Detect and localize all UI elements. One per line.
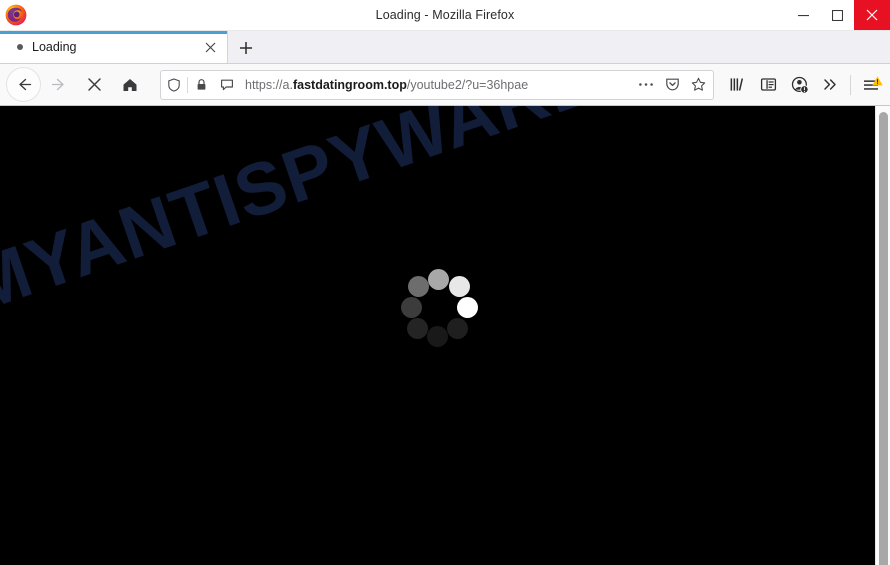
window-controls — [786, 0, 890, 30]
stop-button[interactable] — [78, 68, 111, 101]
toolbar-buttons — [722, 69, 890, 100]
back-button[interactable] — [6, 67, 41, 102]
connection-secure-lock-icon[interactable] — [188, 72, 214, 98]
maximize-button[interactable] — [820, 0, 854, 30]
account-warning-icon[interactable] — [784, 69, 815, 100]
firefox-window: Loading - Mozilla Firefox Loading https:… — [0, 0, 890, 565]
spinner-dot — [401, 297, 422, 318]
close-tab-icon[interactable] — [197, 34, 223, 60]
pocket-save-icon[interactable] — [659, 72, 685, 98]
title-bar: Loading - Mozilla Firefox — [0, 0, 890, 31]
url-bar-actions — [633, 72, 713, 98]
toolbar-separator — [850, 74, 851, 95]
window-title: Loading - Mozilla Firefox — [375, 8, 515, 22]
site-permissions-icon[interactable] — [214, 72, 240, 98]
loading-spinner — [401, 269, 478, 347]
spinner-dot — [447, 318, 468, 339]
video-player[interactable]: MYANTISPYWARE.COM — [0, 106, 876, 565]
navigation-toolbar: https://a.fastdatingroom.top/youtube2/?u… — [0, 64, 890, 106]
tab-loading[interactable]: Loading — [0, 31, 228, 63]
forward-button — [43, 68, 76, 101]
spinner-dot — [449, 276, 470, 297]
spinner-dot — [427, 326, 448, 347]
url-scheme: https:// — [245, 77, 283, 92]
update-warning-badge — [872, 73, 883, 86]
new-tab-button[interactable] — [228, 33, 264, 63]
tracking-protection-shield-icon[interactable] — [161, 72, 187, 98]
spinner-dot — [408, 276, 429, 297]
page-content: MYANTISPYWARE.COM — [0, 106, 890, 565]
spinner-dot — [457, 297, 478, 318]
minimize-button[interactable] — [786, 0, 820, 30]
page-actions-ellipsis-icon[interactable] — [633, 72, 659, 98]
url-subdomain: a. — [282, 77, 293, 92]
url-display[interactable]: https://a.fastdatingroom.top/youtube2/?u… — [245, 72, 633, 98]
vertical-scrollbar[interactable] — [875, 106, 890, 565]
identity-box[interactable] — [161, 72, 240, 98]
close-button[interactable] — [854, 0, 890, 30]
app-menu-icon[interactable] — [855, 69, 886, 100]
spinner-dot — [407, 318, 428, 339]
watermark-text: MYANTISPYWARE.COM — [0, 106, 794, 328]
scrollbar-thumb[interactable] — [879, 111, 888, 565]
library-icon[interactable] — [722, 69, 753, 100]
url-host: fastdatingroom.top — [292, 77, 407, 92]
bookmark-star-icon[interactable] — [685, 72, 711, 98]
spinner-dot — [428, 269, 449, 290]
loading-dot-icon — [17, 44, 23, 50]
url-path: /youtube2/?u=36hpae — [406, 77, 529, 92]
overflow-chevron-icon[interactable] — [815, 69, 846, 100]
tab-label: Loading — [32, 40, 77, 54]
tab-bar: Loading — [0, 31, 890, 64]
url-bar[interactable]: https://a.fastdatingroom.top/youtube2/?u… — [160, 69, 714, 100]
sidebar-icon[interactable] — [753, 69, 784, 100]
home-button[interactable] — [113, 68, 146, 101]
